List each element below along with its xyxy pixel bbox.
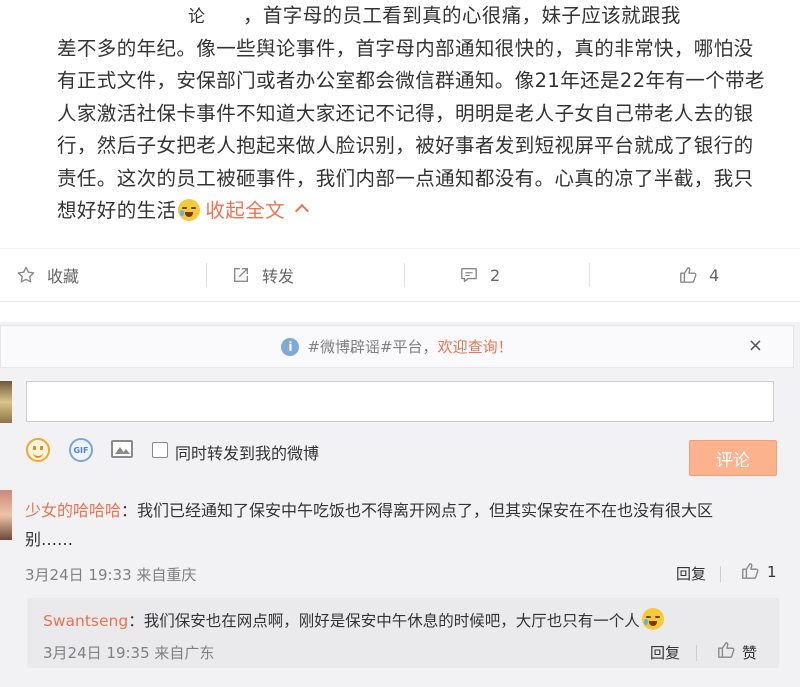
post-line-7-text: 想好好的生活: [57, 199, 177, 222]
post-line-5: 行，然后子女把老人抱起来做人脸识别，被好事者发到短视屏平台就成了银行的: [57, 134, 754, 157]
post-line-3: 有正式文件，安保部门或者办公室都会微信群通知。像21年还是22年有一个带老: [57, 69, 765, 92]
reply-like-label: 赞: [742, 644, 758, 662]
comment-count: 2: [490, 265, 501, 285]
repost-button[interactable]: 转发: [232, 249, 294, 301]
comment-icon: [461, 268, 477, 282]
repost-checkbox[interactable]: [152, 442, 168, 458]
sad-face-icon: [178, 199, 201, 221]
avatar[interactable]: [0, 381, 12, 423]
favorite-label: 收藏: [47, 267, 80, 286]
composer-toolbar: GIF 同时转发到我的微博: [26, 437, 786, 467]
comment-separator: ：: [121, 501, 138, 520]
comment-like-count: 1: [767, 563, 777, 581]
divider: [696, 645, 697, 661]
notice-text: #微博辟谣#平台，: [307, 338, 438, 356]
reply-meta: 3月24日 19:35 来自广东: [43, 642, 214, 663]
thumb-up-icon[interactable]: [716, 641, 736, 659]
comment-username[interactable]: 少女的哈哈哈: [25, 501, 121, 520]
divider: [589, 263, 590, 287]
collapse-label: 收起全文: [205, 199, 286, 222]
reply-separator: ：: [128, 612, 144, 630]
comment-source: 来自重庆: [136, 566, 197, 584]
comment-date: 3月24日 19:33: [25, 566, 132, 584]
info-icon: i: [281, 337, 300, 356]
chevron-up-icon: [294, 203, 310, 219]
comment-item: 少女的哈哈哈：我们已经通知了保安中午吃饭也不得离开网点了，但其实保安在不在也没有…: [25, 496, 785, 554]
post-line-1: 论 ，首字母的员工看到真的心很痛，妹子应该就跟我: [57, 0, 777, 33]
submit-comment-button[interactable]: 评论: [689, 440, 777, 476]
divider: [404, 263, 405, 287]
divider: [720, 566, 721, 582]
reply-date: 3月24日 19:35: [43, 644, 150, 662]
favorite-button[interactable]: 收藏: [17, 249, 79, 301]
post-content: 论 ，首字母的员工看到真的心很痛，妹子应该就跟我 差不多的年纪。像一些舆论事件，首…: [57, 0, 777, 228]
post-line-6: 责任。这次的员工被砸事件，我们内部一点通知都没有。心真的凉了半截，我只: [57, 166, 754, 190]
post-action-bar: 收藏 转发 2 4: [0, 248, 800, 302]
post-line-7: 想好好的生活 收起全文: [57, 195, 777, 228]
like-count: 4: [709, 265, 720, 285]
comment-text-line-2: 别……: [25, 530, 74, 549]
comment-input[interactable]: [26, 381, 774, 422]
emoji-icon[interactable]: [26, 438, 50, 462]
reply-text: 我们保安也在网点啊，刚好是保安中午休息的时候吧，大厅也只有一个人: [143, 612, 640, 630]
sad-face-icon: [641, 608, 664, 630]
post-line-1-text: ，首字母的员工看到真的心很痛，妹子应该就跟我: [243, 4, 681, 27]
reply-button[interactable]: 回复: [650, 642, 680, 663]
star-icon: [17, 266, 35, 283]
reply-source: 来自广东: [154, 644, 215, 662]
post-line-2: 差不多的年纪。像一些舆论事件，首字母内部通知很快的，真的非常快，哪怕没: [57, 36, 754, 60]
reply-item: Swantseng：我们保安也在网点啊，刚好是保安中午休息的时候吧，大厅也只有一…: [43, 608, 666, 631]
comment-text-line-1: 我们已经通知了保安中午吃饭也不得离开网点了，但其实保安在不在也没有很大区: [137, 501, 714, 520]
image-icon[interactable]: [111, 440, 133, 458]
like-button[interactable]: 4: [679, 249, 719, 301]
share-icon: [234, 268, 248, 282]
comment-meta: 3月24日 19:33 来自重庆: [25, 564, 196, 585]
redacted-gap: 论: [57, 0, 243, 34]
thumb-up-icon[interactable]: [740, 562, 760, 580]
rumor-notice-banner: i #微博辟谣#平台， 欢迎查询！ ×: [0, 325, 794, 368]
thumb-up-icon: [680, 267, 697, 283]
collapse-text-link[interactable]: 收起全文: [205, 199, 310, 222]
repost-checkbox-label: 同时转发到我的微博: [175, 444, 320, 463]
divider: [206, 263, 207, 287]
avatar[interactable]: [0, 490, 12, 540]
post-line-4: 人家激活社保卡事件不知道大家还记不记得，明明是老人子女自己带老人去的银: [57, 101, 754, 125]
reply-button[interactable]: 回复: [676, 563, 706, 584]
repost-label: 转发: [262, 267, 295, 286]
gif-icon[interactable]: GIF: [69, 438, 93, 462]
reply-username[interactable]: Swantseng: [43, 612, 128, 630]
notice-link[interactable]: 欢迎查询！: [438, 336, 513, 357]
post-fragment: 论: [188, 7, 206, 27]
close-icon[interactable]: ×: [748, 336, 763, 356]
comment-button[interactable]: 2: [460, 249, 500, 301]
